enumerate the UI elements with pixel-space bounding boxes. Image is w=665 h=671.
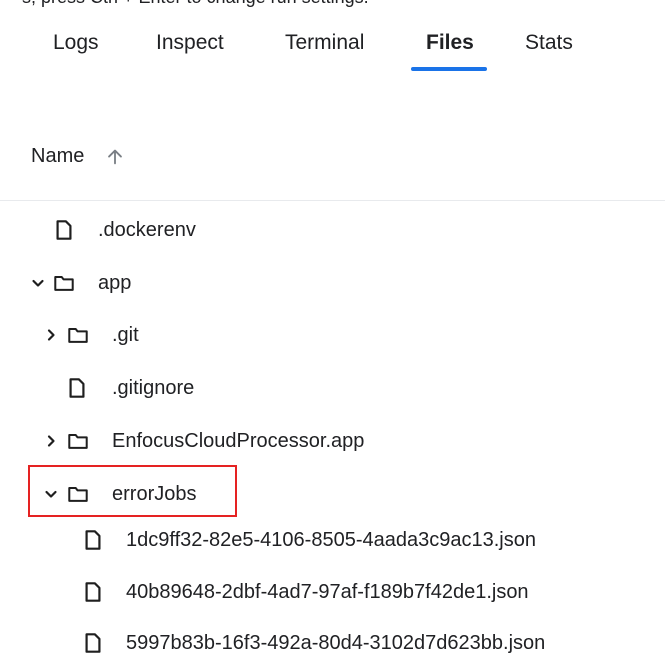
tab-bar: Logs Inspect Terminal Files Stats bbox=[0, 0, 665, 90]
folder-icon bbox=[54, 276, 74, 291]
file-row-json[interactable]: 5997b83b-16f3-492a-80d4-3102d7d623bb.jso… bbox=[0, 623, 665, 663]
folder-name: app bbox=[98, 272, 132, 294]
file-name: .gitignore bbox=[112, 377, 195, 399]
file-row-dockerenv[interactable]: .dockerenv bbox=[0, 210, 665, 250]
tab-stats[interactable]: Stats bbox=[525, 31, 573, 55]
file-row-json[interactable]: 40b89648-2dbf-4ad7-97af-f189b7f42de1.jso… bbox=[0, 572, 665, 612]
folder-row-enfocuscloudprocessor[interactable]: EnfocusCloudProcessor.app bbox=[0, 421, 665, 461]
header-divider bbox=[0, 200, 665, 201]
folder-name: .git bbox=[112, 324, 139, 346]
file-icon bbox=[56, 220, 72, 240]
tab-terminal[interactable]: Terminal bbox=[285, 31, 364, 55]
folder-icon bbox=[68, 434, 88, 449]
chevron-right-icon[interactable] bbox=[43, 327, 59, 343]
chevron-right-icon[interactable] bbox=[43, 433, 59, 449]
tab-files[interactable]: Files bbox=[426, 31, 474, 55]
file-name: 40b89648-2dbf-4ad7-97af-f189b7f42de1.jso… bbox=[126, 581, 529, 603]
sort-ascending-arrow-icon[interactable] bbox=[104, 146, 126, 168]
file-row-gitignore[interactable]: .gitignore bbox=[0, 368, 665, 408]
file-name: 1dc9ff32-82e5-4106-8505-4aada3c9ac13.jso… bbox=[126, 529, 536, 551]
file-name: .dockerenv bbox=[98, 219, 196, 241]
folder-row-app[interactable]: app bbox=[0, 263, 665, 303]
chevron-down-icon[interactable] bbox=[30, 275, 46, 291]
folder-icon bbox=[68, 328, 88, 343]
file-row-json[interactable]: 1dc9ff32-82e5-4106-8505-4aada3c9ac13.jso… bbox=[0, 520, 665, 560]
file-icon bbox=[69, 378, 85, 398]
file-icon bbox=[85, 633, 101, 653]
file-list-header: Name bbox=[0, 135, 665, 180]
folder-name: EnfocusCloudProcessor.app bbox=[112, 430, 365, 452]
file-icon bbox=[85, 582, 101, 602]
tab-logs[interactable]: Logs bbox=[53, 31, 99, 55]
active-tab-indicator bbox=[411, 67, 487, 71]
file-icon bbox=[85, 530, 101, 550]
file-name: 5997b83b-16f3-492a-80d4-3102d7d623bb.jso… bbox=[126, 632, 546, 654]
folder-row-git[interactable]: .git bbox=[0, 315, 665, 355]
tab-inspect[interactable]: Inspect bbox=[156, 31, 224, 55]
name-column-header[interactable]: Name bbox=[31, 145, 84, 168]
highlight-box bbox=[28, 465, 237, 517]
